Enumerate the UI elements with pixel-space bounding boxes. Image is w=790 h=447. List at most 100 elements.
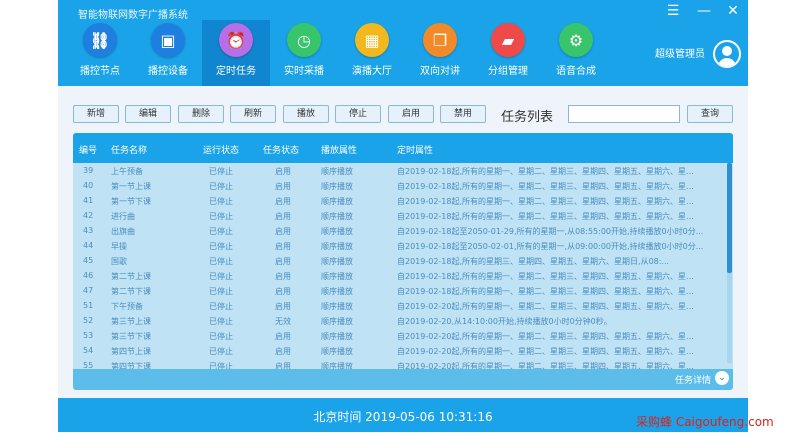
nav-label: 定时任务 — [216, 66, 256, 77]
clock-icon: ◷ — [287, 23, 321, 57]
table-cell: 顺序播放 — [321, 332, 353, 341]
alarm-clock-icon: ⏰ — [219, 23, 253, 57]
nav-item-intercom[interactable]: ❐ 双向对讲 — [406, 20, 474, 86]
table-row[interactable]: 51 下午预备 已停止 启用 顺序播放 自2019-02-20起,所有的星期一、星期二、星… — [73, 298, 727, 313]
table-cell: 启用 — [275, 302, 291, 311]
nav-item-broadcast-devices[interactable]: ▣ 播控设备 — [134, 20, 202, 86]
table-row[interactable]: 47 第二节下课 已停止 启用 顺序播放 自2019-02-18起,所有的星期一、星期二、… — [73, 283, 727, 298]
table-cell: 第四节下课 — [111, 362, 151, 369]
table-cell: 顺序播放 — [321, 167, 353, 176]
grid-icon: ▦ — [355, 23, 389, 57]
table-cell: 启用 — [275, 167, 291, 176]
nav-item-studio-hall[interactable]: ▦ 演播大厅 — [338, 20, 406, 86]
table-row[interactable]: 39 上午预备 已停止 启用 顺序播放 自2019-02-18起,所有的星期一、星期二、星… — [73, 163, 727, 178]
column-header-task-name[interactable]: 任务名称 — [111, 143, 147, 156]
table-row[interactable]: 44 早操 已停止 启用 顺序播放 自2019-02-18起至2050-02-01,所有的… — [73, 238, 727, 253]
table-cell: 已停止 — [209, 257, 233, 266]
table-cell: 53 — [83, 331, 94, 340]
table-cell: 已停止 — [209, 212, 233, 221]
table-cell: 启用 — [275, 257, 291, 266]
nav-item-live-capture[interactable]: ◷ 实时采播 — [270, 20, 338, 86]
table-row[interactable]: 40 第一节上课 已停止 启用 顺序播放 自2019-02-18起,所有的星期一、星期二、… — [73, 178, 727, 193]
table-row[interactable]: 53 第三节下课 已停止 启用 顺序播放 自2019-02-20起,所有的星期一、星期二、… — [73, 328, 727, 343]
table-row[interactable]: 42 进行曲 已停止 启用 顺序播放 自2019-02-18起,所有的星期一、星期二、星期… — [73, 208, 727, 223]
watermark: 采购蜂 Caigoufeng.com — [636, 415, 774, 429]
nav-label: 演播大厅 — [352, 66, 392, 77]
table-cell: 第二节下课 — [111, 287, 151, 296]
table-cell: 自2019-02-20起,所有的星期一、星期二、星期三、星期四、星期五、星期六、… — [397, 302, 694, 311]
table-row[interactable]: 41 第一节下课 已停止 启用 顺序播放 自2019-02-18起,所有的星期一、星期二、… — [73, 193, 727, 208]
table-cell: 自2019-02-18起,所有的星期一、星期二、星期三、星期四、星期五、星期六、… — [397, 167, 694, 176]
table-cell: 启用 — [275, 332, 291, 341]
table-cell: 顺序播放 — [321, 242, 353, 251]
column-header-id[interactable]: 编号 — [79, 143, 97, 156]
close-icon[interactable]: ✕ — [724, 3, 742, 19]
avatar[interactable] — [713, 40, 741, 68]
table-row[interactable]: 52 第三节上课 已停止 无效 顺序播放 自2019-02-20,从14:10:00开始,… — [73, 313, 727, 328]
table-cell: 无效 — [275, 317, 291, 326]
stop-button[interactable]: 停止 — [335, 105, 381, 123]
table-cell: 55 — [83, 361, 94, 369]
column-header-run-status[interactable]: 运行状态 — [203, 143, 239, 156]
table-cell: 自2019-02-20起,所有的星期一、星期二、星期三、星期四、星期五、星期六、… — [397, 347, 694, 356]
nav-item-scheduled-tasks[interactable]: ⏰ 定时任务 — [202, 20, 270, 86]
table-cell: 顺序播放 — [321, 227, 353, 236]
table-cell: 39 — [83, 166, 94, 175]
nav-label: 分组管理 — [488, 66, 528, 77]
table-cell: 出旗曲 — [111, 227, 135, 236]
table-row[interactable]: 54 第四节上课 已停止 启用 顺序播放 自2019-02-20起,所有的星期一、星期二、… — [73, 343, 727, 358]
vertical-scrollbar[interactable] — [727, 163, 732, 363]
table-cell: 启用 — [275, 242, 291, 251]
table-cell: 42 — [83, 211, 94, 220]
refresh-button[interactable]: 刷新 — [230, 105, 276, 123]
table-cell: 已停止 — [209, 167, 233, 176]
table-cell: 第二节上课 — [111, 272, 151, 281]
disable-button[interactable]: 禁用 — [440, 105, 486, 123]
table-row[interactable]: 55 第四节下课 已停止 启用 顺序播放 自2019-02-20起,所有的星期一、星期二、… — [73, 358, 727, 369]
gear-icon: ⚙ — [559, 23, 593, 57]
delete-button[interactable]: 删除 — [178, 105, 224, 123]
chevron-down-icon[interactable]: ⌄ — [715, 371, 729, 385]
table-cell: 自2019-02-18起至2050-02-01,所有的星期一,从09:00:00… — [397, 242, 704, 251]
column-header-play-mode[interactable]: 播放属性 — [321, 143, 357, 156]
task-detail-link[interactable]: 任务详情 — [675, 373, 711, 386]
table-cell: 国歌 — [111, 257, 127, 266]
table-cell: 47 — [83, 286, 94, 295]
table-row[interactable]: 43 出旗曲 已停止 启用 顺序播放 自2019-02-18起至2050-01-29,所有… — [73, 223, 727, 238]
table-row[interactable]: 46 第二节上课 已停止 启用 顺序播放 自2019-02-18起,所有的星期一、星期二、… — [73, 268, 727, 283]
query-button[interactable]: 查询 — [687, 105, 733, 123]
nav-label: 实时采播 — [284, 66, 324, 77]
search-input[interactable] — [568, 105, 680, 123]
minimize-icon[interactable]: — — [695, 3, 713, 19]
table-cell: 启用 — [275, 287, 291, 296]
edit-button[interactable]: 编辑 — [125, 105, 171, 123]
table-cell: 已停止 — [209, 302, 233, 311]
copy-icon: ❐ — [423, 23, 457, 57]
table-cell: 已停止 — [209, 227, 233, 236]
table-cell: 顺序播放 — [321, 272, 353, 281]
column-header-schedule[interactable]: 定时属性 — [397, 143, 433, 156]
table-cell: 启用 — [275, 212, 291, 221]
table-cell: 顺序播放 — [321, 287, 353, 296]
table-row[interactable]: 45 国歌 已停止 启用 顺序播放 自2019-02-18起,所有的星期三、星期四、星期五… — [73, 253, 727, 268]
table-cell: 顺序播放 — [321, 257, 353, 266]
enable-button[interactable]: 启用 — [388, 105, 434, 123]
nav-item-group-management[interactable]: ▰ 分组管理 — [474, 20, 542, 86]
scrollbar-thumb[interactable] — [727, 163, 732, 273]
menu-icon[interactable]: ☰ — [664, 3, 682, 19]
table-cell: 自2019-02-18起,所有的星期一、星期二、星期三、星期四、星期五、星期六、… — [397, 182, 694, 191]
table-cell: 自2019-02-18起,所有的星期一、星期二、星期三、星期四、星期五、星期六、… — [397, 287, 694, 296]
table-cell: 上午预备 — [111, 167, 143, 176]
table-cell: 启用 — [275, 347, 291, 356]
nav-item-broadcast-nodes[interactable]: ⛓ 播控节点 — [66, 20, 134, 86]
table-cell: 54 — [83, 346, 94, 355]
add-button[interactable]: 新增 — [73, 105, 119, 123]
table-cell: 自2019-02-20,从14:10:00开始,持续播放0小时0分钟0秒。 — [397, 317, 612, 326]
nav-item-speech-synthesis[interactable]: ⚙ 语音合成 — [542, 20, 610, 86]
table-cell: 早操 — [111, 242, 127, 251]
table-cell: 已停止 — [209, 317, 233, 326]
link-icon: ⛓ — [83, 23, 117, 57]
play-button[interactable]: 播放 — [283, 105, 329, 123]
table-cell: 41 — [83, 196, 94, 205]
column-header-task-status[interactable]: 任务状态 — [263, 143, 299, 156]
